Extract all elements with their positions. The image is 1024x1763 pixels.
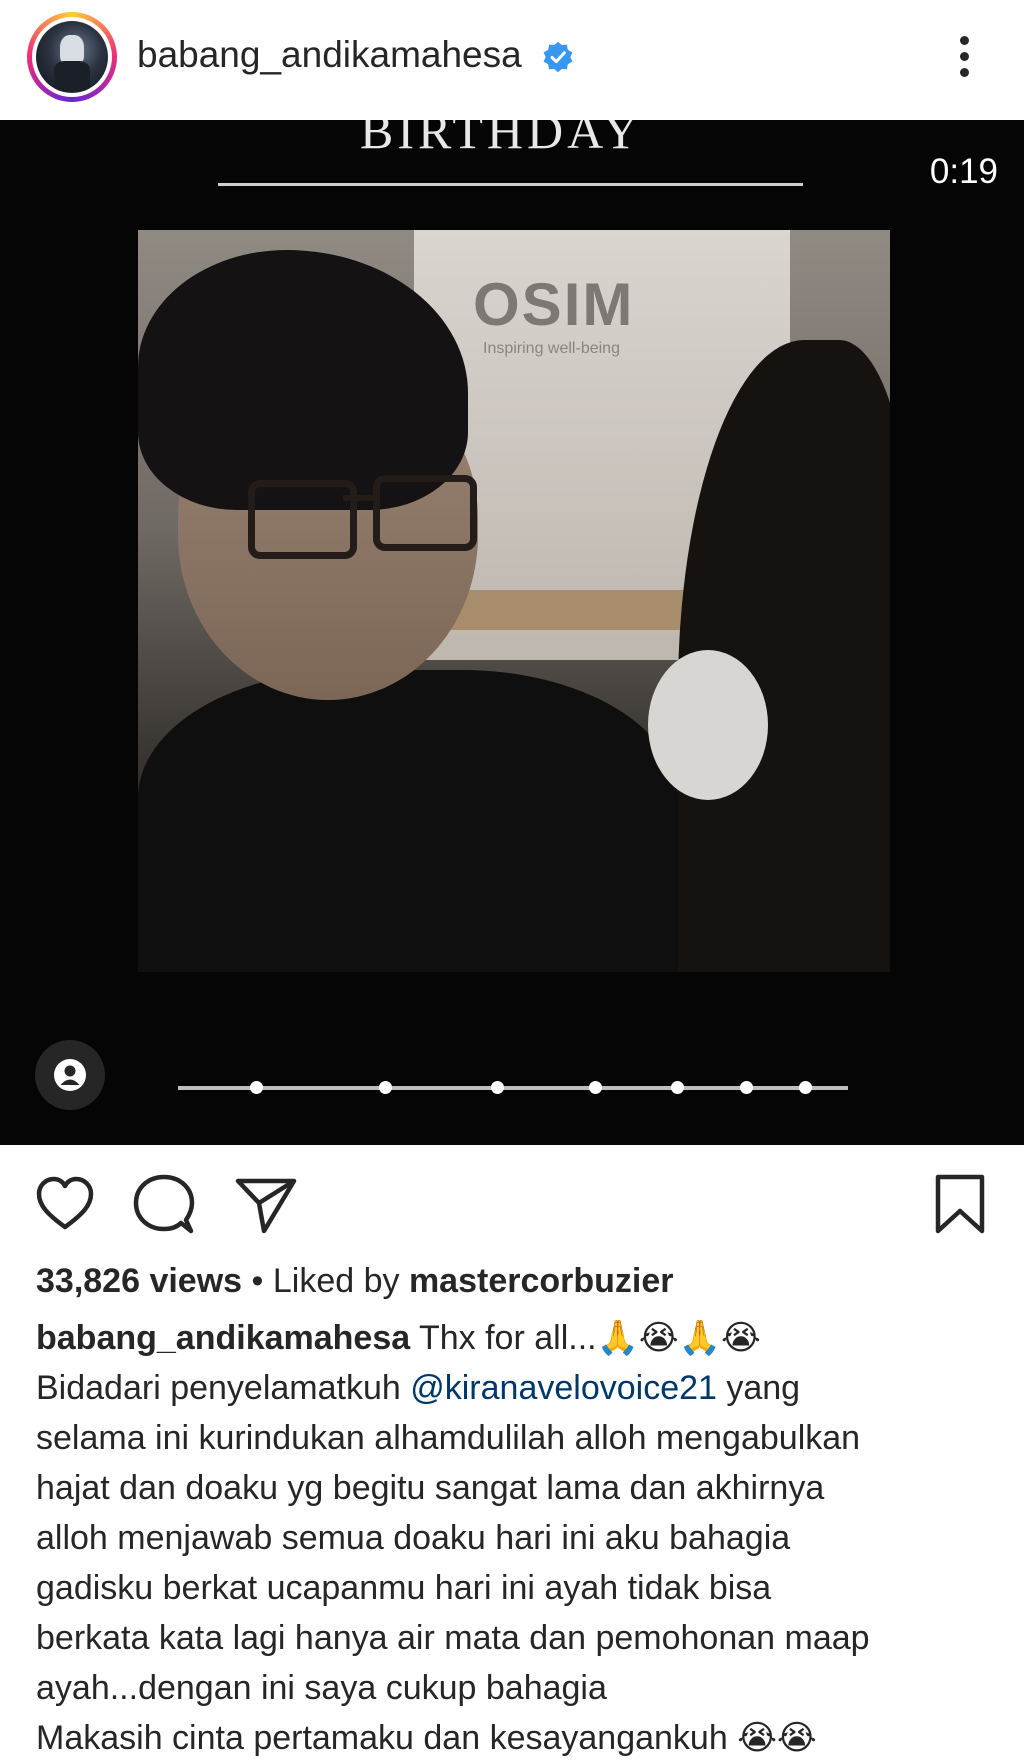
comment-icon[interactable] bbox=[132, 1173, 196, 1237]
caption-username[interactable]: babang_andikamahesa bbox=[36, 1319, 410, 1357]
heart-icon[interactable] bbox=[33, 1173, 97, 1237]
store-sign-tagline: Inspiring well-being bbox=[483, 340, 620, 357]
waveform-dot bbox=[491, 1081, 504, 1094]
person-icon bbox=[54, 1059, 86, 1091]
liked-by-label: • Liked by bbox=[242, 1262, 409, 1300]
send-icon[interactable] bbox=[234, 1173, 298, 1237]
caption-text: Bidadari penyelamatkuh bbox=[36, 1369, 411, 1407]
caption-mention[interactable]: @kiranavelovoice21 bbox=[410, 1369, 717, 1407]
waveform-dot bbox=[589, 1081, 602, 1094]
caption-line: babang_andikamahesa Thx for all...🙏😭🙏😭 bbox=[36, 1313, 1001, 1363]
caption-line: Makasih cinta pertamaku dan kesayanganku… bbox=[36, 1719, 817, 1757]
view-count[interactable]: 33,826 views bbox=[36, 1262, 242, 1300]
post-username[interactable]: babang_andikamahesa bbox=[137, 34, 522, 76]
post-stats: 33,826 views • Liked by mastercorbuzier bbox=[36, 1262, 674, 1301]
caption-line: alloh menjawab semua doaku hari ini aku … bbox=[36, 1519, 791, 1557]
caption-line: hajat dan doaku yg begitu sangat lama da… bbox=[36, 1469, 825, 1507]
caption-line: gadisku berkat ucapanmu hari ini ayah ti… bbox=[36, 1569, 772, 1607]
glasses bbox=[248, 480, 357, 559]
verified-badge-icon bbox=[543, 41, 573, 73]
store-sign: OSIM bbox=[473, 271, 635, 338]
caption-text: yang bbox=[716, 1369, 801, 1407]
liked-by-user[interactable]: mastercorbuzier bbox=[409, 1262, 674, 1300]
post-video[interactable]: BIRTHDAY 0:19 OSIM Inspiring well-being bbox=[0, 120, 1024, 1145]
waveform-dot bbox=[799, 1081, 812, 1094]
video-timecode: 0:19 bbox=[929, 152, 998, 191]
waveform-dot bbox=[250, 1081, 263, 1094]
video-overlay-title: BIRTHDAY bbox=[360, 120, 643, 159]
waveform-dot bbox=[671, 1081, 684, 1094]
post-caption: babang_andikamahesa Thx for all...🙏😭🙏😭 B… bbox=[36, 1313, 1001, 1763]
caption-line: Bidadari penyelamatkuh @kiranavelovoice2… bbox=[36, 1363, 1001, 1413]
avatar-image bbox=[36, 21, 108, 93]
bookmark-icon[interactable] bbox=[928, 1173, 992, 1237]
video-frame-photo: OSIM Inspiring well-being bbox=[138, 230, 890, 972]
post-action-bar bbox=[0, 1145, 1024, 1265]
profile-avatar[interactable] bbox=[27, 12, 117, 102]
tagged-users-button[interactable] bbox=[35, 1040, 105, 1110]
caption-text: Thx for all...🙏😭🙏😭 bbox=[410, 1319, 761, 1357]
waveform-dot bbox=[740, 1081, 753, 1094]
post-header: babang_andikamahesa bbox=[0, 0, 1024, 120]
caption-line: ayah...dengan ini saya cukup bahagia bbox=[36, 1669, 607, 1707]
more-vertical-icon[interactable] bbox=[945, 30, 985, 84]
overlay-divider bbox=[218, 183, 803, 186]
caption-line: berkata kata lagi hanya air mata dan pem… bbox=[36, 1619, 870, 1657]
man-figure bbox=[138, 670, 678, 972]
caption-line: selama ini kurindukan alhamdulilah alloh… bbox=[36, 1419, 861, 1457]
waveform-dot bbox=[379, 1081, 392, 1094]
